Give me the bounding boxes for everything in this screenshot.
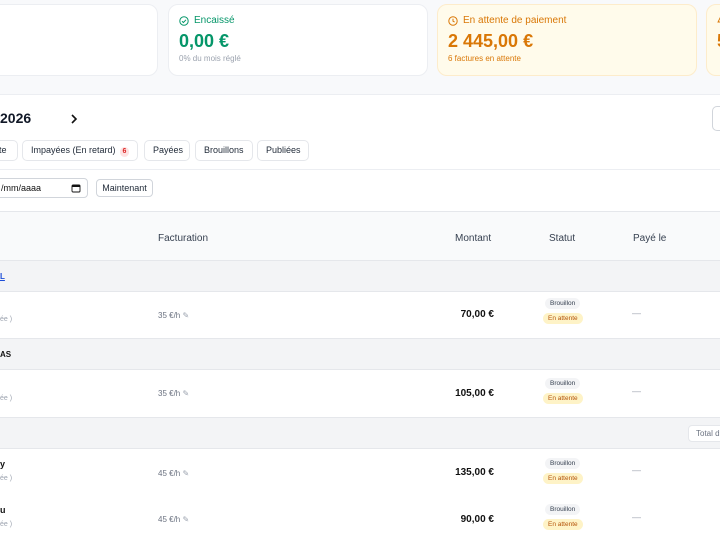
status-pending-badge: En attente xyxy=(543,519,583,530)
row-paid-date: — xyxy=(632,512,641,522)
kpi-attente-label: En attente de paiement xyxy=(463,15,567,26)
table-row[interactable]: y ée ) 45 €/h ✎ 135,00 € Brouillon En at… xyxy=(0,449,720,495)
table-row[interactable]: u ée ) 45 €/h ✎ 90,00 € Brouillon En att… xyxy=(0,495,720,540)
client-group-name[interactable]: AS xyxy=(0,350,11,359)
filter-label: te xyxy=(0,145,7,155)
row-amount: 90,00 € xyxy=(460,514,494,525)
rate-value: 45 €/h xyxy=(158,515,181,524)
row-rate: 45 €/h ✎ xyxy=(158,515,189,524)
row-amount: 135,00 € xyxy=(455,467,494,478)
kpi-encaisse-value: 0,00 € xyxy=(179,31,230,51)
status-pending-badge: En attente xyxy=(543,393,583,404)
row-note: ée ) xyxy=(0,316,13,323)
kpi-card-attente: En attente de paiement 2 445,00 € 6 fact… xyxy=(437,4,697,76)
group-total-chip: Total d xyxy=(688,425,720,442)
now-button[interactable]: Maintenant xyxy=(96,179,153,197)
clock-icon xyxy=(448,15,458,26)
check-circle-icon xyxy=(179,15,189,26)
row-paid-date: — xyxy=(632,465,641,475)
col-billing[interactable]: Facturation xyxy=(158,233,208,244)
row-amount: 70,00 € xyxy=(460,309,494,320)
status-draft-badge: Brouillon xyxy=(545,378,581,389)
status-draft-badge: Brouillon xyxy=(545,504,581,515)
pencil-icon[interactable]: ✎ xyxy=(182,389,189,398)
calendar-icon[interactable] xyxy=(71,183,81,193)
date-field-value: /mm/aaaa xyxy=(1,183,42,193)
filter-chip-drafts[interactable]: Brouillons xyxy=(195,140,253,161)
col-status[interactable]: Statut xyxy=(549,233,575,244)
pencil-icon[interactable]: ✎ xyxy=(182,515,189,524)
client-group-row: AS xyxy=(0,338,720,370)
kpi-encaisse-label: Encaissé xyxy=(194,15,235,26)
filter-chip-published[interactable]: Publiées xyxy=(257,140,309,161)
rate-value: 35 €/h xyxy=(158,311,181,320)
period-title: 2026 xyxy=(0,110,32,126)
filter-label: Publiées xyxy=(266,145,301,155)
client-group-name[interactable]: L xyxy=(0,272,5,281)
status-pending-badge: En attente xyxy=(543,473,583,484)
row-paid-date: — xyxy=(632,386,641,396)
invoices-panel: 2026 te Impayées (En retard) 6 Payées Bro… xyxy=(0,94,720,540)
row-note: ée ) xyxy=(0,395,13,402)
chevron-right-icon xyxy=(64,109,84,129)
client-group-row: L xyxy=(0,260,720,292)
table-row[interactable]: ée ) 35 €/h ✎ 105,00 € Brouillon En atte… xyxy=(0,370,720,417)
row-rate: 45 €/h ✎ xyxy=(158,469,189,478)
row-amount: 105,00 € xyxy=(455,388,494,399)
rate-value: 45 €/h xyxy=(158,469,181,478)
row-rate: 35 €/h ✎ xyxy=(158,311,189,320)
row-rate: 35 €/h ✎ xyxy=(158,389,189,398)
filter-chip-paid[interactable]: Payées xyxy=(144,140,190,161)
overdue-count-badge: 6 xyxy=(119,147,130,157)
row-client-name: u xyxy=(0,505,6,515)
pencil-icon[interactable]: ✎ xyxy=(182,469,189,478)
filter-label: Brouillons xyxy=(204,145,244,155)
rate-value: 35 €/h xyxy=(158,389,181,398)
kpi-card-encaisse: Encaissé 0,00 € 0% du mois réglé xyxy=(168,4,428,76)
kpi-card-partial xyxy=(0,4,158,76)
status-draft-badge: Brouillon xyxy=(545,458,581,469)
filter-label: Impayées (En retard) xyxy=(31,145,116,155)
divider xyxy=(0,169,720,170)
status-pending-badge: En attente xyxy=(543,313,583,324)
col-paid-date[interactable]: Payé le xyxy=(633,233,666,244)
row-note: ée ) xyxy=(0,521,13,528)
kpi-card-overflow: 5 xyxy=(706,4,720,76)
table-header: Facturation Montant Statut Payé le xyxy=(0,211,720,260)
client-group-row: Total d xyxy=(0,417,720,449)
filter-chip-unpaid[interactable]: Impayées (En retard) 6 xyxy=(22,140,138,161)
kpi-attente-label-row: En attente de paiement xyxy=(448,15,566,26)
kpi-attente-value: 2 445,00 € xyxy=(448,31,534,51)
row-note: ée ) xyxy=(0,475,13,482)
next-period-button[interactable] xyxy=(64,109,84,129)
row-paid-date: — xyxy=(632,308,641,318)
row-client-name: y xyxy=(0,459,6,469)
table-row[interactable]: ée ) 35 €/h ✎ 70,00 € Brouillon En atten… xyxy=(0,292,720,338)
kpi-encaisse-label-row: Encaissé xyxy=(179,15,235,26)
kpi-strip: Encaissé 0,00 € 0% du mois réglé En atte… xyxy=(0,0,720,94)
status-draft-badge: Brouillon xyxy=(545,298,581,309)
toolbar-right-button[interactable] xyxy=(712,106,720,131)
kpi-attente-sub: 6 factures en attente xyxy=(448,54,521,63)
date-field[interactable]: /mm/aaaa xyxy=(0,178,88,198)
filter-chip-all[interactable]: te xyxy=(0,140,18,161)
filter-label: Payées xyxy=(153,145,184,155)
pencil-icon[interactable]: ✎ xyxy=(182,311,189,320)
col-amount[interactable]: Montant xyxy=(455,233,491,244)
kpi-encaisse-sub: 0% du mois réglé xyxy=(179,54,241,63)
